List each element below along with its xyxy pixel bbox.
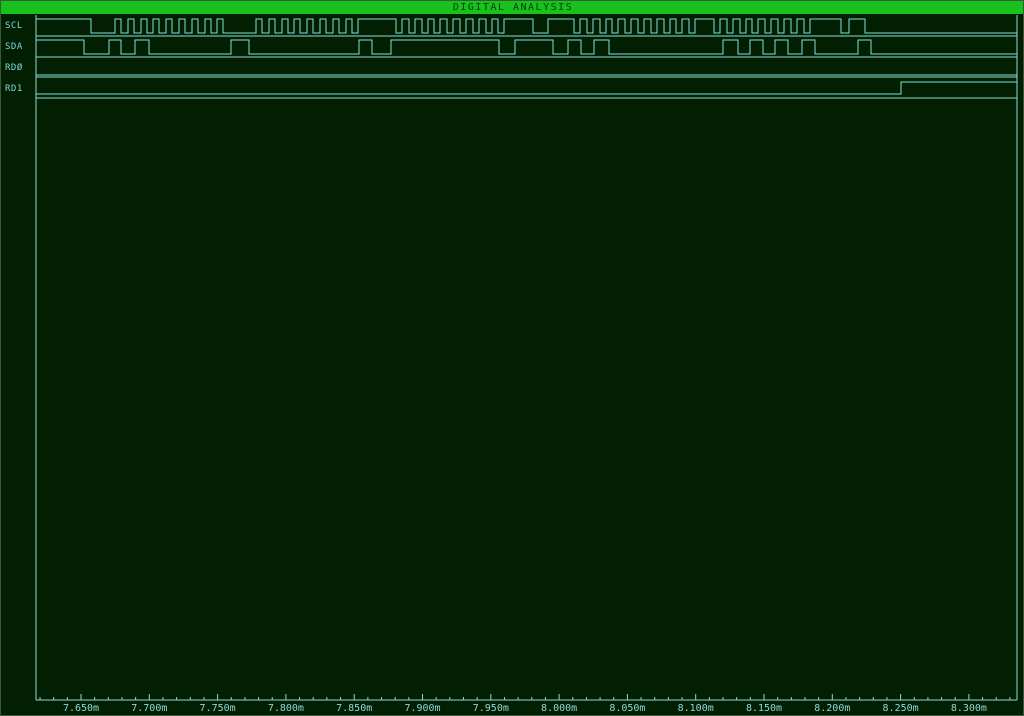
axis-tick-label: 8.150m (746, 703, 782, 714)
axis-tick-label: 7.800m (268, 703, 304, 714)
axis-tick-label: 8.100m (678, 703, 714, 714)
waveform-plot[interactable]: 7.650m 7.700m 7.750m 7.800m 7.850m 7.900m 7.95… (1, 1, 1024, 716)
axis-tick-label: 8.050m (609, 703, 645, 714)
axis-tick-label: 7.700m (131, 703, 167, 714)
axis-tick-label: 8.250m (883, 703, 919, 714)
axis-tick-label: 7.650m (63, 703, 99, 714)
axis-tick-label: 7.900m (404, 703, 440, 714)
axis-tick-label: 8.200m (814, 703, 850, 714)
waveform-rd1 (36, 81, 1017, 95)
axis-tick-label: 7.750m (200, 703, 236, 714)
axis-tick-label: 8.300m (951, 703, 987, 714)
time-axis: 7.650m 7.700m 7.750m 7.800m 7.850m 7.900m 7.95… (39, 694, 1011, 714)
axis-tick-label: 7.950m (473, 703, 509, 714)
digital-analysis-window: DIGITAL ANALYSIS SCL SDA RDØ RD1 7.650m 7… (0, 0, 1024, 716)
waveform-scl (36, 18, 1017, 34)
axis-tick-label: 8.000m (541, 703, 577, 714)
waveform-sda (36, 39, 1017, 55)
plot-frame (35, 15, 1018, 701)
axis-tick-label: 7.850m (336, 703, 372, 714)
